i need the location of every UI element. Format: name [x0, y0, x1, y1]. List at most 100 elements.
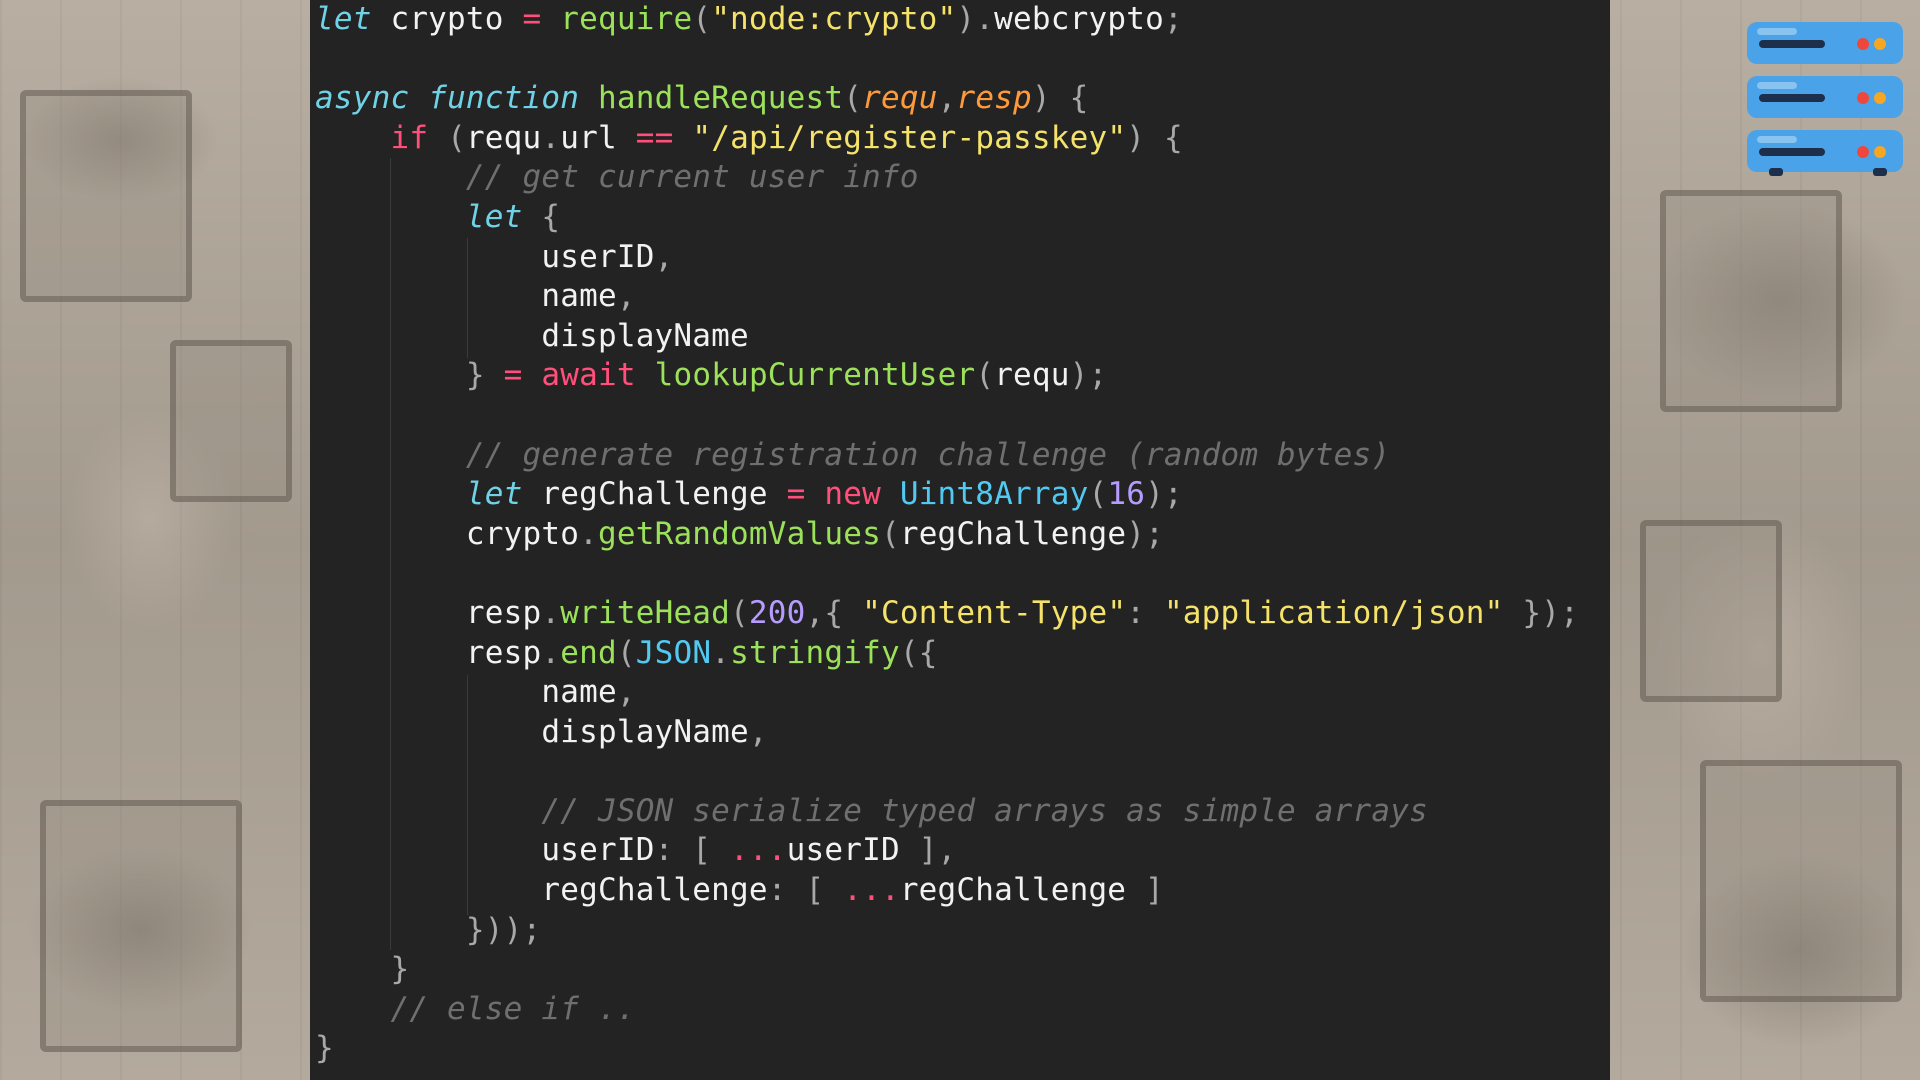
code-token: handleRequest: [598, 80, 844, 117]
code-token: displayName: [541, 713, 749, 750]
code-token: (: [692, 1, 712, 37]
code-token: }: [390, 951, 410, 988]
server-unit-icon: [1747, 76, 1903, 118]
code-token: (: [616, 634, 636, 671]
code-token: : [: [767, 872, 844, 909]
code-token: name: [541, 674, 617, 711]
code-token: }: [465, 357, 485, 394]
server-foot: [1769, 168, 1783, 176]
code-line: // get current user info: [315, 158, 1579, 198]
code-line: name,: [315, 673, 1579, 713]
background-picture-frame: [20, 90, 192, 302]
code-token: let: [465, 476, 523, 513]
code-token: displayName: [541, 317, 749, 354]
code-token: 200: [748, 594, 806, 631]
code-token: resp: [465, 594, 542, 631]
code-token: (: [428, 119, 466, 156]
code-line: if (requ.url == "/api/register-passkey")…: [315, 119, 1579, 159]
code-token: crypto: [465, 515, 580, 552]
code-token: .: [579, 515, 598, 552]
code-token: ,: [616, 278, 636, 315]
code-token: url: [560, 119, 636, 156]
code-token: =: [786, 476, 806, 513]
code-token: (: [880, 515, 900, 552]
code-token: await: [541, 357, 636, 394]
code-token: (: [730, 594, 749, 631]
code-line: userID: [ ...userID ],: [315, 831, 1579, 871]
code-token: requ: [465, 119, 542, 156]
code-token: // else if ..: [390, 990, 636, 1027]
code-token: :: [1126, 594, 1164, 631]
background-picture-frame: [1660, 190, 1842, 412]
code-token: // generate registration challenge (rand…: [465, 436, 1391, 473]
code-token: function: [428, 80, 580, 117]
code-line: resp.end(JSON.stringify({: [315, 634, 1579, 674]
code-token: let: [315, 1, 372, 37]
code-line: let regChallenge = new Uint8Array(16);: [315, 475, 1579, 515]
code-line: }: [315, 1029, 1579, 1069]
code-token: ) {: [1031, 80, 1089, 117]
code-line: async function handleRequest(requ,resp) …: [315, 79, 1579, 119]
code-block: let crypto = require("node:crypto").webc…: [315, 0, 1579, 1069]
code-token: JSON: [635, 634, 712, 671]
code-token: let: [465, 198, 523, 235]
code-token: Uint8Array: [899, 476, 1089, 513]
code-token: {: [522, 198, 561, 235]
code-token: userID: [541, 238, 655, 275]
code-token: ,{: [805, 594, 863, 631]
code-token: .: [541, 634, 561, 671]
code-line: let crypto = require("node:crypto").webc…: [315, 0, 1579, 40]
background-picture-frame: [170, 340, 292, 502]
code-token: "node:crypto": [711, 1, 957, 37]
code-token: .: [711, 634, 731, 671]
code-token: ;: [1163, 1, 1183, 37]
code-token: ,: [937, 80, 957, 117]
code-token: 16: [1107, 476, 1146, 513]
code-token: );: [1069, 357, 1108, 394]
code-token: regChallenge: [522, 476, 787, 513]
code-line: name,: [315, 277, 1579, 317]
code-line: userID,: [315, 238, 1579, 278]
code-token: ({: [899, 634, 938, 671]
code-token: stringify: [730, 634, 900, 671]
code-line: } = await lookupCurrentUser(requ);: [315, 356, 1579, 396]
code-token: // JSON serialize typed arrays as simple…: [541, 792, 1428, 829]
code-token: end: [560, 634, 617, 671]
code-token: "/api/register-passkey": [692, 119, 1127, 156]
code-token: ,: [654, 238, 674, 275]
code-token: (: [843, 80, 863, 117]
code-line: // JSON serialize typed arrays as simple…: [315, 792, 1579, 832]
code-token: }: [315, 1030, 334, 1067]
code-token: name: [541, 278, 617, 315]
code-token: if: [390, 119, 429, 156]
code-token: userID: [786, 832, 900, 869]
background-picture-frame: [40, 800, 242, 1052]
code-token: ,: [616, 674, 636, 711]
code-line: let {: [315, 198, 1579, 238]
code-token: // get current user info: [465, 159, 919, 196]
code-token: async: [315, 80, 410, 117]
code-line: // else if ..: [315, 990, 1579, 1030]
code-token: require: [560, 1, 693, 37]
code-token: resp: [465, 634, 542, 671]
code-token: resp: [956, 80, 1032, 117]
code-line: displayName: [315, 317, 1579, 357]
code-token: crypto: [371, 1, 523, 37]
code-token: });: [1503, 594, 1579, 631]
